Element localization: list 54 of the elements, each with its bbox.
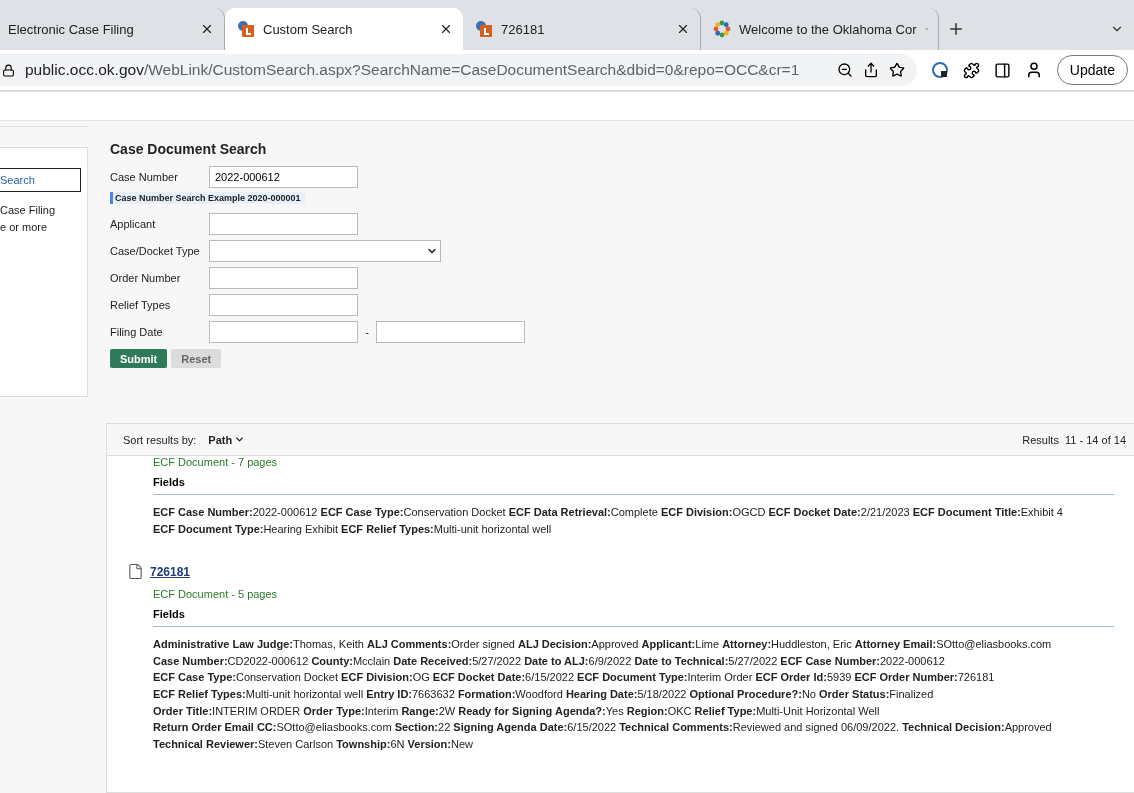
sort-dropdown[interactable]: Path <box>208 433 246 446</box>
fields-heading: Fields <box>153 476 1114 495</box>
field-label: Case Number <box>110 170 179 183</box>
sidebar-link[interactable]: e or more <box>0 219 87 236</box>
field-label: Relief Types <box>110 298 172 311</box>
input-field[interactable] <box>376 320 525 343</box>
field-values-text: Case Number:CD2022-000612 County:Mcclain Date Received:5/27/2022 Date to ALJ:6/9/2022 Date to Technical:5/27/2022 ECF Case Number:2022-000612 <box>153 653 945 669</box>
hint-text: Case Number Search Example 2020-000001 <box>110 192 305 204</box>
caret-icon <box>234 434 246 445</box>
input-field[interactable] <box>209 266 358 289</box>
dropdown-field[interactable] <box>209 239 441 262</box>
field-values-text: Technical Reviewer:Steven Carlson Township:6N Version:New <box>153 736 473 752</box>
field-values-text: Return Order Email CC:SOtto@eliasbooks.com Section:22 Signing Agenda Date:6/15/2022 Technical Comments:Reviewed and signed 06/09/2022. Technical Decision:Approved <box>153 720 1052 736</box>
field-label: Applicant <box>110 217 157 230</box>
zoom-out-icon[interactable] <box>836 62 853 78</box>
extension-icon[interactable] <box>930 61 949 79</box>
input-field[interactable] <box>209 320 358 343</box>
field-values-text: ECF Document Type:Hearing Exhibit ECF Relief Types:Multi-unit horizontal well <box>153 521 552 537</box>
results-count: Results 11 - 14 of 14 <box>1022 433 1126 446</box>
star-icon[interactable] <box>888 62 905 78</box>
document-meta: ECF Document - 7 pages <box>153 456 279 468</box>
document-meta: ECF Document - 5 pages <box>153 588 279 601</box>
tab-favicon-icon <box>475 20 493 38</box>
lock-icon <box>2 63 15 77</box>
field-values-text: Administrative Law Judge:Thomas, Keith ALJ Comments:Order signed ALJ Decision:Approved Applicant:Lime Attorney:Huddleston, Eric Attorney Email:SOtto@eliasbooks.com <box>153 637 1052 653</box>
field-label: Case/Docket Type <box>110 244 201 257</box>
form-title: Case Document Search <box>110 141 268 157</box>
range-separator: - <box>364 325 370 338</box>
tab-favicon-icon <box>237 20 255 38</box>
sort-label: Sort results by: <box>123 433 197 446</box>
new-tab-icon[interactable] <box>947 20 965 38</box>
input-field[interactable]: 2022-000612 <box>209 165 358 188</box>
submit-button[interactable]: Submit <box>110 349 168 368</box>
update-button[interactable]: Update <box>1056 55 1128 85</box>
field-values-text: Order Title:INTERIM ORDER Order Type:Interim Range:2W Ready for Signing Agenda?:Yes Region:OKC Relief Type:Multi-Unit Horizontal Well <box>153 703 880 719</box>
sidebar-link[interactable]: Case Filing <box>0 202 87 219</box>
document-link[interactable]: 726181 <box>150 564 191 579</box>
extensions-icon[interactable] <box>962 61 980 79</box>
input-field[interactable] <box>209 293 358 316</box>
field-values-text: ECF Relief Types:Multi-unit horizontal well Entry ID:7663632 Formation:Woodford Hearing Date:5/18/2022 Optional Procedure?:No Order Status:Finalized <box>153 686 934 702</box>
sidebar-link[interactable]: Search <box>0 168 81 192</box>
field-label: Order Number <box>110 271 182 284</box>
document-icon <box>127 563 144 581</box>
reset-button[interactable]: Reset <box>171 349 222 368</box>
field-label: Filing Date <box>110 325 164 338</box>
field-values-text: ECF Case Number:2022-000612 ECF Case Type:Conservation Docket ECF Data Retrieval:Complete ECF Division:OGCD ECF Docket Date:2/21/2023 ECF Document Title:Exhibit 4 <box>153 505 1063 520</box>
side-panel-icon[interactable] <box>993 61 1011 79</box>
share-icon[interactable] <box>862 62 879 78</box>
tab-favicon-icon <box>713 20 731 38</box>
input-field[interactable] <box>209 212 358 235</box>
address-bar[interactable]: public.occ.ok.gov/WebLink/CustomSearch.aspx?SearchName=CaseDocumentSearch&dbid=0&repo=OCC&cr=1 <box>0 54 917 86</box>
fields-heading: Fields <box>153 608 1114 628</box>
browser-tab[interactable]: Custom Search <box>225 8 463 50</box>
field-values-text: ECF Case Type:Conservation Docket ECF Division:OG ECF Docket Date:6/15/2022 ECF Document Type:Interim Order ECF Order Id:5939 ECF Order Number:726181 <box>153 670 995 686</box>
